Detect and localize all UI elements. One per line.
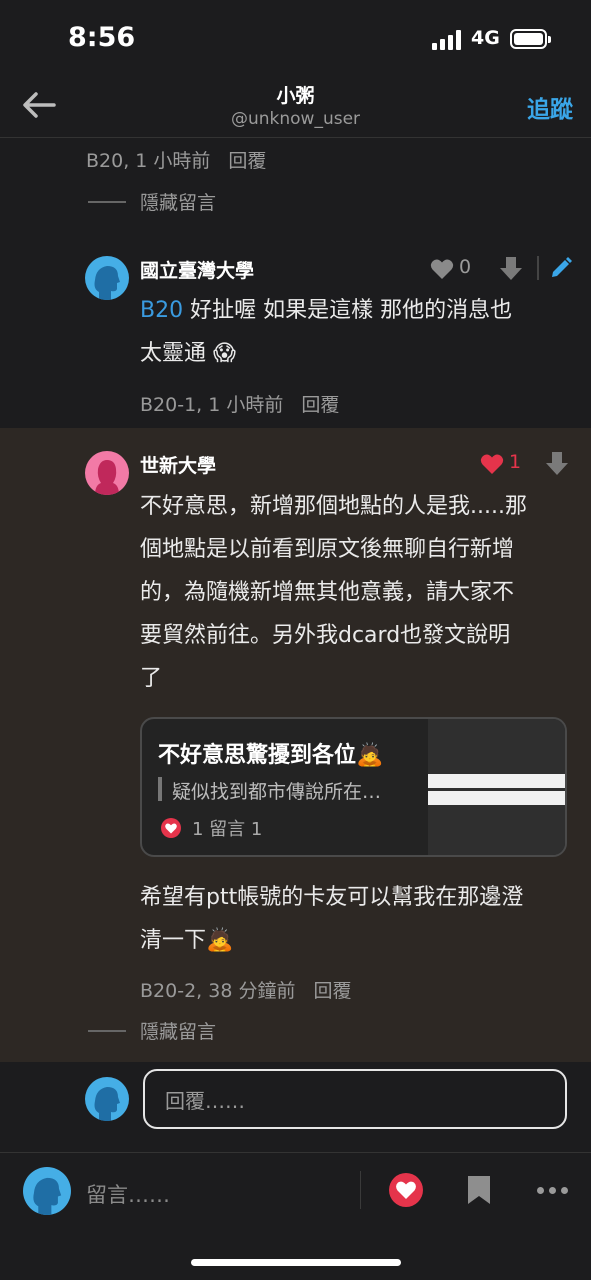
- linked-post-stats: 1 留言 1: [160, 815, 262, 841]
- bar-divider: [360, 1171, 361, 1209]
- hide-comments-toggle[interactable]: 隱藏留言: [88, 188, 216, 215]
- heart-filled-icon[interactable]: [480, 453, 504, 475]
- comment-floor-time: B20-2, 38 分鐘前: [140, 980, 296, 1002]
- comment-text: B20 好扯喔 如果是這樣 那他的消息也 太靈通 😱: [140, 289, 512, 375]
- battery-icon: [510, 29, 551, 49]
- my-avatar: [23, 1167, 71, 1215]
- comment-floor-time: B20, 1 小時前: [86, 150, 211, 172]
- reply-input[interactable]: 回覆……: [143, 1069, 567, 1129]
- more-options-icon[interactable]: [537, 1187, 569, 1195]
- divider-line: [88, 1029, 126, 1032]
- thumbnail-strip: [428, 791, 565, 805]
- quote-bar: [158, 777, 162, 801]
- like-count: 0: [459, 256, 472, 278]
- divider-line: [88, 200, 126, 203]
- downvote-arrow-icon[interactable]: [500, 257, 522, 281]
- avatar[interactable]: [85, 256, 129, 300]
- heart-outline-icon[interactable]: [430, 258, 454, 280]
- comment-meta: B20-1, 1 小時前 回覆: [140, 390, 339, 417]
- linked-post-counts: 1 留言 1: [192, 819, 263, 840]
- my-avatar: [85, 1077, 129, 1121]
- avatar[interactable]: [85, 451, 129, 495]
- comment-text-line: 太靈通 😱: [140, 341, 236, 366]
- comment-text-line: 不好意思，新增那個地點的人是我.....那: [140, 494, 527, 519]
- like-count: 1: [509, 451, 522, 473]
- author-handle: @unknow_user: [230, 109, 361, 129]
- downvote-arrow-icon[interactable]: [546, 452, 568, 476]
- status-bar: 8:56 4G: [0, 0, 591, 78]
- linked-post-thumbnail: [428, 719, 565, 855]
- reply-link[interactable]: 回覆: [228, 150, 266, 172]
- comment-text: 不好意思，新增那個地點的人是我.....那 個地點是以前看到原文後無聊自行新增 …: [140, 485, 527, 700]
- comment-text-line: 好扯喔 如果是這樣 那他的消息也: [183, 298, 513, 323]
- hide-comments-label: 隱藏留言: [140, 192, 217, 214]
- heart-badge-icon: [161, 818, 181, 838]
- comment-floor-time: B20-1, 1 小時前: [140, 394, 284, 416]
- comment-text-line: 希望有ptt帳號的卡友可以幫我在那邊澄: [140, 885, 524, 910]
- action-divider: [537, 256, 539, 280]
- comment-text-line: 的，為隨機新增無其他意義，請大家不: [140, 580, 515, 605]
- comment-actions: 0: [430, 256, 572, 282]
- linked-post-description: 疑似找到都市傳說所在…: [172, 781, 382, 803]
- author-name: 小粥: [276, 85, 315, 107]
- status-time: 8:56: [68, 22, 136, 53]
- like-post-icon[interactable]: [389, 1173, 423, 1207]
- comment-text: 希望有ptt帳號的卡友可以幫我在那邊澄 清一下🙇: [140, 876, 523, 962]
- linked-post-title: 不好意思驚擾到各位🙇: [158, 743, 384, 768]
- reply-link[interactable]: 回覆: [313, 980, 351, 1002]
- comment-actions: 1: [480, 451, 570, 477]
- post-header: 小粥 @unknow_user 追蹤: [0, 78, 591, 138]
- reply-link[interactable]: 回覆: [301, 394, 339, 416]
- comment-username[interactable]: 世新大學: [140, 451, 216, 478]
- follow-button[interactable]: 追蹤: [527, 90, 573, 124]
- comment-text-line: 了: [140, 666, 163, 691]
- comment-meta: B20-2, 38 分鐘前 回覆: [140, 976, 351, 1003]
- comment-text-line: 清一下🙇: [140, 928, 234, 953]
- edit-pencil-icon[interactable]: [550, 257, 572, 279]
- signal-icon: [432, 30, 464, 50]
- comment-input[interactable]: 留言……: [86, 1179, 170, 1209]
- bookmark-icon[interactable]: [467, 1175, 491, 1205]
- hide-comments-label: 隱藏留言: [140, 1021, 217, 1043]
- floor-mention-link[interactable]: B20: [140, 298, 183, 323]
- hide-comments-toggle[interactable]: 隱藏留言: [88, 1017, 216, 1044]
- linked-post-card[interactable]: 不好意思驚擾到各位🙇 疑似找到都市傳說所在… 1 留言 1: [140, 717, 567, 857]
- comment-meta: B20, 1 小時前 回覆: [86, 146, 266, 173]
- comment-text-line: 要貿然前往。另外我dcard也發文說明: [140, 623, 511, 648]
- comment-username[interactable]: 國立臺灣大學: [140, 256, 254, 283]
- home-indicator: [191, 1259, 401, 1266]
- comment-text-line: 個地點是以前看到原文後無聊自行新增: [140, 537, 515, 562]
- thumbnail-strip: [428, 774, 565, 788]
- network-type: 4G: [471, 27, 500, 49]
